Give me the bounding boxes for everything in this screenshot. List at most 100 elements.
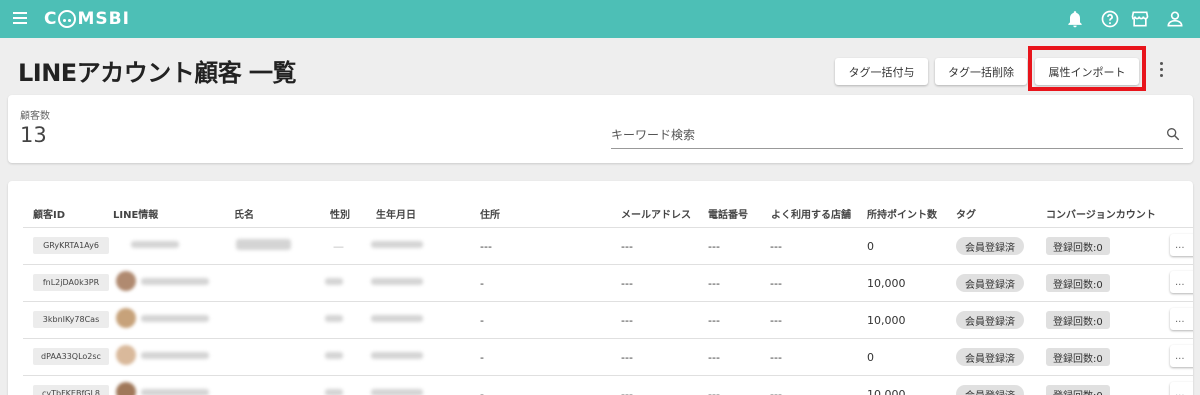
row-action-button[interactable]: ... (1170, 308, 1193, 330)
address-cell: - (480, 277, 484, 290)
summary-card: 顧客数 13 (8, 95, 1193, 163)
top-app-bar: C MSBI (0, 0, 1200, 38)
search-field (611, 123, 1183, 149)
email-cell: --- (621, 314, 633, 327)
row-action-button[interactable]: ... (1170, 345, 1193, 367)
line-avatar (116, 345, 136, 365)
customer-id-chip[interactable]: 3kbnIKy78Cas (33, 311, 109, 328)
customer-id-chip[interactable]: cyTbFKEBfGL8 (33, 385, 109, 395)
gender-redacted (325, 352, 343, 359)
gender-cell: — (333, 240, 344, 253)
points-cell: 0 (867, 240, 874, 253)
conversion-chip: 登録回数:0 (1046, 311, 1110, 329)
phone-cell: --- (708, 388, 720, 395)
highlight-annotation (1028, 46, 1146, 91)
column-header-address[interactable]: 住所 (480, 206, 500, 221)
tag-chip[interactable]: 会員登録済 (956, 274, 1024, 292)
account-icon[interactable] (1165, 9, 1185, 29)
email-cell: --- (621, 388, 633, 395)
column-header-phone[interactable]: 電話番号 (708, 206, 748, 221)
more-vert-icon[interactable] (1160, 62, 1164, 80)
column-header-line-info[interactable]: LINE情報 (113, 206, 158, 221)
address-cell: - (480, 351, 484, 364)
store-cell: --- (770, 388, 782, 395)
keyword-search-input[interactable] (611, 125, 1151, 145)
phone-cell: --- (708, 314, 720, 327)
column-header-gender[interactable]: 性別 (330, 206, 350, 221)
points-cell: 0 (867, 351, 874, 364)
row-action-button[interactable]: ... (1170, 382, 1193, 395)
email-cell: --- (621, 240, 633, 253)
store-cell: --- (770, 351, 782, 364)
gender-redacted (325, 389, 343, 395)
address-cell: - (480, 314, 484, 327)
customer-count-value: 13 (20, 123, 47, 147)
birthday-redacted (371, 352, 423, 359)
line-avatar (116, 308, 136, 328)
gender-redacted (325, 278, 343, 285)
column-header-customer-id[interactable]: 顧客ID (33, 206, 65, 221)
store-cell: --- (770, 277, 782, 290)
column-header-tag[interactable]: タグ (956, 206, 976, 221)
address-cell: --- (480, 240, 492, 253)
gender-redacted (325, 315, 343, 322)
customer-count-label: 顧客数 (20, 111, 50, 122)
bulk-tag-add-button[interactable]: タグ一括付与 (835, 58, 928, 85)
line-avatar (116, 271, 136, 291)
birthday-redacted (371, 278, 423, 285)
birthday-redacted (371, 315, 423, 322)
phone-cell: --- (708, 240, 720, 253)
store-icon[interactable] (1130, 9, 1150, 29)
tag-chip[interactable]: 会員登録済 (956, 237, 1024, 255)
email-cell: --- (621, 351, 633, 364)
column-header-points[interactable]: 所持ポイント数 (867, 206, 937, 221)
table-row[interactable]: 3kbnIKy78Cas - --- --- --- 10,000 会員登録済 登録回数:0.… (23, 301, 1193, 337)
points-cell: 10,000 (867, 388, 906, 395)
email-cell: --- (621, 277, 633, 290)
line-name-redacted (141, 389, 209, 395)
table-row[interactable]: cyTbFKEBfGL8----------10,000会員登録済登録回数:0.… (23, 375, 1193, 395)
row-action-button[interactable]: ... (1170, 271, 1193, 293)
conversion-chip: 登録回数:0 (1046, 237, 1110, 255)
menu-icon[interactable] (13, 12, 27, 24)
help-icon[interactable] (1100, 9, 1120, 29)
line-name-redacted (141, 278, 209, 285)
tag-chip[interactable]: 会員登録済 (956, 311, 1024, 329)
table-row[interactable]: GRyKRTA1Ay6 — --- --- --- --- 0 会員登録済 登録回数:0... (23, 227, 1193, 263)
birthday-redacted (371, 389, 423, 395)
conversion-chip: 登録回数:0 (1046, 348, 1110, 366)
phone-cell: --- (708, 277, 720, 290)
customer-id-chip[interactable]: dPAA33QLo2sc (33, 348, 109, 365)
column-header-conversion[interactable]: コンバージョンカウント (1046, 206, 1156, 221)
phone-cell: --- (708, 351, 720, 364)
conversion-chip: 登録回数:0 (1046, 274, 1110, 292)
bulk-tag-remove-button[interactable]: タグ一括削除 (935, 58, 1027, 85)
store-cell: --- (770, 240, 782, 253)
column-header-email[interactable]: メールアドレス (621, 206, 691, 221)
column-header-store[interactable]: よく利用する店舗 (771, 206, 851, 221)
search-icon[interactable] (1165, 126, 1181, 142)
store-cell: --- (770, 314, 782, 327)
customer-id-chip[interactable]: fnL2jDA0k3PR (33, 274, 109, 291)
tag-chip[interactable]: 会員登録済 (956, 348, 1024, 366)
line-avatar (116, 382, 136, 395)
bell-icon[interactable] (1065, 9, 1085, 29)
points-cell: 10,000 (867, 314, 906, 327)
line-name-redacted (141, 315, 209, 322)
table-row[interactable]: fnL2jDA0k3PR - --- --- --- 10,000 会員登録済 登録回数:0.… (23, 264, 1193, 300)
name-redacted (236, 239, 291, 250)
birthday-redacted (371, 241, 423, 248)
column-header-birthday[interactable]: 生年月日 (376, 206, 416, 221)
line-name-redacted (141, 352, 209, 359)
tag-chip[interactable]: 会員登録済 (956, 385, 1024, 395)
column-header-name[interactable]: 氏名 (234, 206, 254, 221)
brand-logo[interactable]: C MSBI (44, 9, 130, 29)
address-cell: - (480, 388, 484, 395)
row-action-button[interactable]: ... (1170, 234, 1193, 256)
page-title: LINEアカウント顧客 一覧 (18, 59, 297, 87)
customer-id-chip[interactable]: GRyKRTA1Ay6 (33, 237, 109, 254)
points-cell: 10,000 (867, 277, 906, 290)
line-name-redacted (131, 241, 179, 248)
table-row[interactable]: dPAA33QLo2sc - --- --- --- 0 会員登録済 登録回数:0... (23, 338, 1193, 374)
customer-table: 顧客ID LINE情報 氏名 性別 生年月日 住所 メールアドレス 電話番号 よ… (8, 181, 1193, 395)
